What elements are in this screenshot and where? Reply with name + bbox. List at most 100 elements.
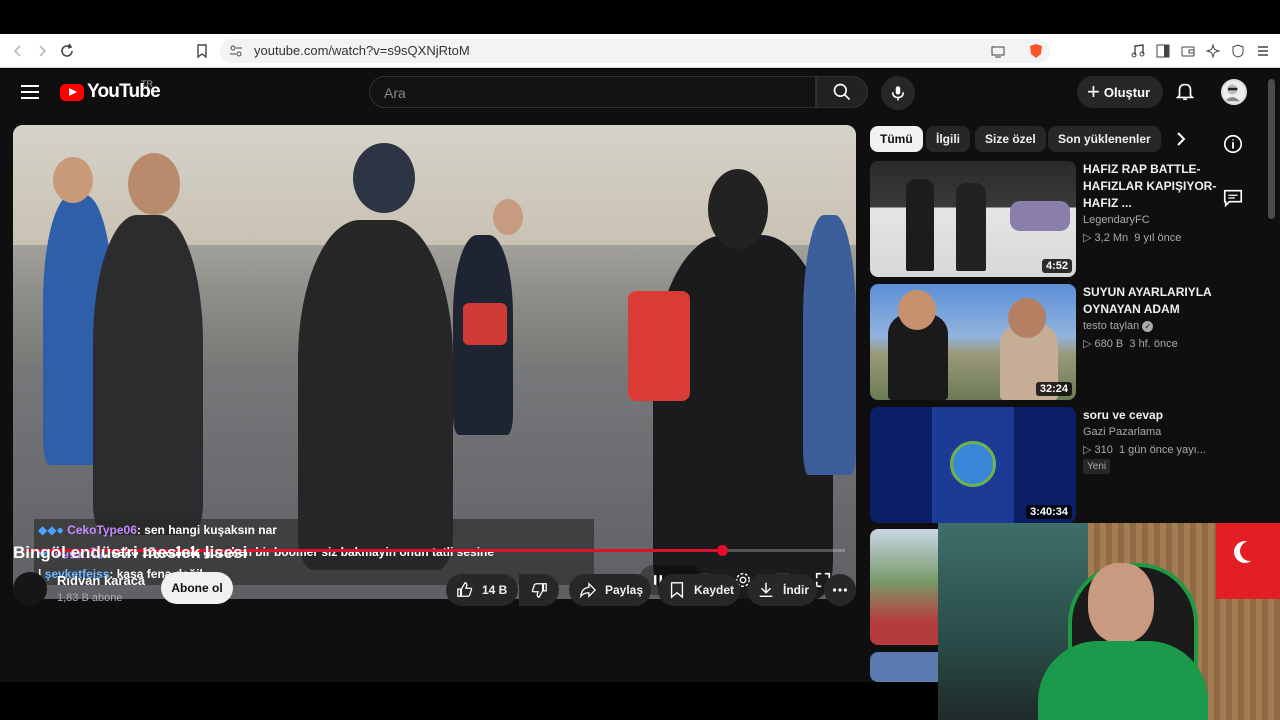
recommended-title[interactable]: HAFIZ RAP BATTLE-HAFIZLAR KAPIŞIYOR-HAFI… <box>1083 161 1233 212</box>
recommended-meta: ▷ 680 B 3 hf. önce <box>1083 337 1178 350</box>
streamer-webcam <box>938 523 1280 720</box>
thumbnail-figure <box>956 183 986 271</box>
channel-avatar[interactable] <box>13 572 47 606</box>
download-icon <box>759 582 773 598</box>
video-duration: 4:52 <box>1041 259 1072 273</box>
site-settings-icon[interactable] <box>226 41 246 61</box>
yt-header: YouTube TR + Oluştur <box>0 69 1280 115</box>
screen-top-strip <box>0 0 1280 34</box>
plus-icon: + <box>1087 79 1100 104</box>
brave-shield-icon[interactable] <box>1026 41 1046 61</box>
verified-check-icon: ✓ <box>1142 321 1154 332</box>
create-button[interactable]: + Oluştur <box>1077 76 1163 108</box>
video-figure <box>93 215 203 535</box>
share-icon <box>579 582 597 599</box>
search-box[interactable] <box>369 76 816 108</box>
sidebar-toggle-icon[interactable] <box>1153 41 1173 61</box>
cast-icon[interactable] <box>988 41 1008 61</box>
save-playlist-icon <box>670 582 684 599</box>
voice-search-button[interactable] <box>881 76 915 110</box>
video-player[interactable]: ◆◆● CekoType06: sen hangi kuşaksın nar ◆… <box>13 125 856 599</box>
video-figure-head <box>353 143 415 213</box>
channel-name[interactable]: Rıdvan karaca <box>57 573 145 588</box>
recommended-channel[interactable]: LegendaryFC <box>1083 214 1150 226</box>
new-badge: Yeni <box>1083 459 1111 474</box>
address-bar[interactable]: youtube.com/watch?v=s9sQXNjRtoM <box>220 39 1050 63</box>
save-label: Kaydet <box>694 583 735 597</box>
download-button[interactable]: İndir <box>747 574 817 606</box>
thumbs-up-icon <box>457 582 473 597</box>
chat-message: ◆◆● CekoType06: sen hangi kuşaksın nar <box>34 519 594 541</box>
url-text: youtube.com/watch?v=s9sQXNjRtoM <box>254 43 470 58</box>
search-icon <box>833 83 851 101</box>
chip-for-you[interactable]: Size özel <box>975 126 1046 152</box>
account-avatar[interactable] <box>1221 79 1247 105</box>
bookmark-icon[interactable] <box>192 41 212 61</box>
back-icon[interactable] <box>8 41 28 61</box>
thumbnail-figure <box>898 290 936 330</box>
like-button[interactable]: 14 B <box>446 574 518 606</box>
thumbs-down-icon <box>531 583 547 598</box>
chips-next-chevron-icon[interactable] <box>1170 128 1192 150</box>
more-actions-button[interactable] <box>824 574 856 606</box>
chip-related[interactable]: İlgili <box>926 126 970 152</box>
red-cloth <box>463 303 507 345</box>
recommended-age: 3 hf. önce <box>1129 338 1178 350</box>
leo-ai-icon[interactable] <box>1203 41 1223 61</box>
video-figure-head <box>128 153 180 215</box>
chat-text: : sen hangi kuşaksın nar <box>136 523 277 537</box>
info-icon[interactable] <box>1222 133 1246 157</box>
search-button[interactable] <box>816 76 868 108</box>
recommended-meta: ▷ 3,2 Mn 9 yıl önce <box>1083 231 1181 244</box>
recommended-views: ▷ 310 <box>1083 444 1113 456</box>
subscribe-button[interactable]: Abone ol <box>161 572 233 604</box>
red-cloth <box>628 291 690 401</box>
chip-all[interactable]: Tümü <box>870 126 923 152</box>
subscriber-count: 1,83 B abone <box>57 592 123 604</box>
video-figure-head <box>708 169 768 249</box>
search-input[interactable] <box>384 83 804 103</box>
browser-toolbar: youtube.com/watch?v=s9sQXNjRtoM <box>0 34 1280 68</box>
create-label: Oluştur <box>1103 84 1151 100</box>
vpn-icon[interactable] <box>1228 41 1248 61</box>
hamburger-menu-icon[interactable] <box>18 80 42 104</box>
progress-scrubber[interactable] <box>717 545 728 556</box>
recommended-thumbnail[interactable]: 3:40:34 <box>870 407 1076 523</box>
video-figure-head <box>53 157 93 203</box>
recommended-views: ▷ 3,2 Mn <box>1083 232 1129 244</box>
thumbnail-figure <box>906 179 934 271</box>
flag-icon <box>1216 523 1280 599</box>
more-horizontal-icon <box>832 588 848 592</box>
reload-icon[interactable] <box>57 41 77 61</box>
video-duration: 32:24 <box>1035 382 1072 396</box>
notifications-bell-icon[interactable] <box>1174 80 1198 104</box>
chip-recent[interactable]: Son yüklenenler <box>1048 126 1161 152</box>
share-button[interactable]: Paylaş <box>569 574 651 606</box>
download-label: İndir <box>783 583 809 597</box>
recommended-age: 9 yıl önce <box>1134 232 1182 244</box>
wallet-icon[interactable] <box>1178 41 1198 61</box>
browser-menu-icon[interactable] <box>1253 41 1273 61</box>
like-count: 14 B <box>482 583 508 597</box>
recommended-title[interactable]: SUYUN AYARLARIYLA OYNAYAN ADAM <box>1083 284 1233 318</box>
screen-bottom-strip <box>0 682 938 720</box>
recommended-thumbnail[interactable]: 4:52 <box>870 161 1076 277</box>
recommended-title[interactable]: soru ve cevap <box>1083 407 1233 424</box>
recommended-meta: ▷ 310 1 gün önce yayı... <box>1083 443 1206 456</box>
country-code: TR <box>141 79 153 89</box>
gazi-logo-icon <box>950 441 996 487</box>
streamer-shirt <box>1038 641 1208 720</box>
recommended-thumbnail[interactable]: 32:24 <box>870 284 1076 400</box>
recommended-channel[interactable]: Gazi Pazarlama <box>1083 426 1161 438</box>
media-icon[interactable] <box>1128 41 1148 61</box>
thumbnail-figure <box>1010 201 1070 231</box>
page-scrollbar[interactable] <box>1268 79 1275 219</box>
share-label: Paylaş <box>605 583 644 597</box>
save-button[interactable]: Kaydet <box>658 574 740 606</box>
microphone-icon <box>892 86 904 101</box>
thumbnail-figure <box>1008 298 1046 338</box>
dislike-button[interactable] <box>519 574 559 606</box>
forward-icon[interactable] <box>32 41 52 61</box>
youtube-play-logo-icon <box>60 83 84 101</box>
recommended-channel[interactable]: testo taylan ✓ <box>1083 320 1154 332</box>
